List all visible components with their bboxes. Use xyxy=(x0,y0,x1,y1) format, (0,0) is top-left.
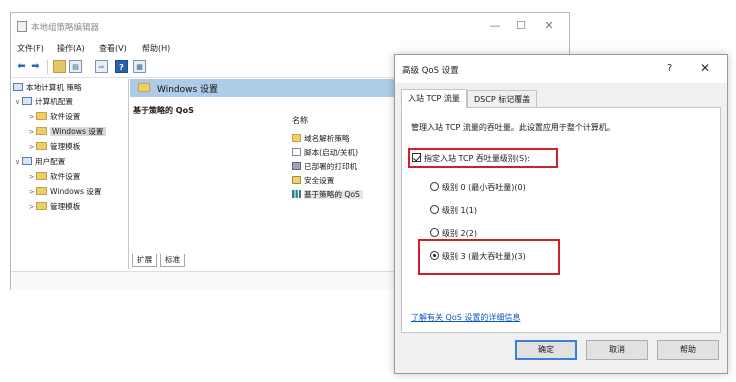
tree-node-local-policy[interactable]: 本地计算机 策略 xyxy=(13,81,82,95)
tab-extended[interactable]: 扩展 xyxy=(132,254,158,267)
checkbox-checked-icon[interactable] xyxy=(412,153,421,162)
radio-level-1[interactable]: 级别 1(1) xyxy=(430,205,477,216)
tree-node-windows-settings[interactable]: > Windows 设置 xyxy=(27,125,106,139)
tree-node-admin-templates[interactable]: > 管理模板 xyxy=(27,140,80,154)
radio-level-2[interactable]: 级别 2(2) xyxy=(430,228,477,239)
checkbox-label: 指定入站 TCP 吞吐量级别(S): xyxy=(424,154,530,163)
tree-node-user-software-settings[interactable]: > 软件设置 xyxy=(27,170,80,184)
tree-node-user-config[interactable]: ∨ 用户配置 xyxy=(13,155,65,169)
expand-chevron-icon[interactable]: > xyxy=(27,185,36,199)
menu-help[interactable]: 帮助(H) xyxy=(142,43,170,54)
menu-view[interactable]: 查看(V) xyxy=(99,43,127,54)
expand-chevron-icon[interactable]: > xyxy=(27,125,36,139)
properties-view-icon[interactable]: ▦ xyxy=(133,60,146,73)
radio-button-icon[interactable] xyxy=(430,182,439,191)
printer-icon xyxy=(292,162,301,170)
up-folder-icon[interactable] xyxy=(53,60,66,73)
qos-learn-more-link[interactable]: 了解有关 QoS 设置的详细信息 xyxy=(411,312,520,323)
menu-file[interactable]: 文件(F) xyxy=(17,43,44,54)
radio-level-3[interactable]: 级别 3 (最大吞吐量)(3) xyxy=(430,251,526,262)
radio-button-selected-icon[interactable] xyxy=(430,251,439,260)
window-title: 本地组策略编辑器 xyxy=(31,23,100,33)
expand-chevron-icon[interactable]: > xyxy=(27,140,36,154)
collapse-chevron-icon[interactable]: ∨ xyxy=(13,155,22,169)
panel-description: 管理入站 TCP 流量的吞吐量。此设置应用于整个计算机。 xyxy=(411,123,615,132)
help-button[interactable]: 帮助 xyxy=(657,340,719,360)
security-icon xyxy=(292,176,301,184)
folder-icon xyxy=(36,127,47,135)
cancel-button[interactable]: 取消 xyxy=(586,340,648,360)
app-icon xyxy=(17,21,27,32)
help-icon[interactable]: ? xyxy=(115,60,128,73)
dialog-title-bar: 高级 QoS 设置 ? ✕ xyxy=(395,55,727,83)
toolbar-separator xyxy=(47,60,48,74)
expand-chevron-icon[interactable]: > xyxy=(27,110,36,124)
dialog-close-button[interactable]: ✕ xyxy=(700,61,710,75)
specify-throughput-checkbox[interactable]: 指定入站 TCP 吞吐量级别(S): xyxy=(412,153,530,164)
folder-icon xyxy=(36,202,47,210)
computer-policy-icon xyxy=(13,83,23,91)
minimize-button[interactable]: — xyxy=(481,17,509,35)
folder-icon xyxy=(36,142,47,150)
folder-icon xyxy=(36,112,47,120)
computer-icon xyxy=(22,97,32,105)
folder-icon xyxy=(138,83,150,92)
tree-node-user-admin-templates[interactable]: > 管理模板 xyxy=(27,200,80,214)
tree-node-software-settings[interactable]: > 软件设置 xyxy=(27,110,80,124)
details-header-title: Windows 设置 xyxy=(157,85,219,95)
user-icon xyxy=(22,157,32,165)
help-question-button[interactable]: ? xyxy=(667,63,672,74)
column-header-name[interactable]: 名称 xyxy=(292,115,308,126)
ok-button[interactable]: 确定 xyxy=(515,340,577,360)
tab-panel: 管理入站 TCP 流量的吞吐量。此设置应用于整个计算机。 指定入站 TCP 吞吐… xyxy=(401,107,721,333)
dialog-title: 高级 QoS 设置 xyxy=(402,66,459,76)
collapse-chevron-icon[interactable]: ∨ xyxy=(13,95,22,109)
expand-chevron-icon[interactable]: > xyxy=(27,170,36,184)
script-icon xyxy=(292,148,301,156)
expand-chevron-icon[interactable]: > xyxy=(27,200,36,214)
list-item[interactable]: 已部署的打印机 xyxy=(292,160,357,173)
menu-action[interactable]: 操作(A) xyxy=(57,43,85,54)
back-arrow-icon[interactable]: ⬅ xyxy=(15,60,28,73)
show-hide-tree-icon[interactable]: ▤ xyxy=(69,60,82,73)
console-tree: 本地计算机 策略 ∨ 计算机配置 > 软件设置 > Windows 设置 > 管理模板 … xyxy=(11,79,129,269)
advanced-qos-dialog: 高级 QoS 设置 ? ✕ 入站 TCP 流量 DSCP 标记覆盖 管理入站 T… xyxy=(394,54,728,374)
radio-button-icon[interactable] xyxy=(430,228,439,237)
tab-inbound-tcp[interactable]: 入站 TCP 流量 xyxy=(401,89,467,108)
export-list-icon[interactable]: ⇨ xyxy=(95,60,108,73)
tree-node-user-windows-settings[interactable]: > Windows 设置 xyxy=(27,185,102,199)
folder-icon xyxy=(292,134,301,142)
qos-chart-icon xyxy=(292,190,301,198)
selected-item-title: 基于策略的 QoS xyxy=(133,106,194,115)
radio-button-icon[interactable] xyxy=(430,205,439,214)
forward-arrow-icon[interactable]: ➡ xyxy=(29,60,42,73)
list-item[interactable]: 脚本(启动/关机) xyxy=(292,146,358,159)
folder-icon xyxy=(36,187,47,195)
list-item[interactable]: 安全设置 xyxy=(292,174,334,187)
radio-level-0[interactable]: 级别 0 (最小吞吐量)(0) xyxy=(430,182,526,193)
tree-node-computer-config[interactable]: ∨ 计算机配置 xyxy=(13,95,73,109)
tab-dscp-override[interactable]: DSCP 标记覆盖 xyxy=(467,90,538,108)
maximize-button[interactable]: ☐ xyxy=(507,17,535,35)
list-item-qos[interactable]: 基于策略的 QoS xyxy=(292,188,363,201)
window-title-bar: 本地组策略编辑器 — ☐ ✕ xyxy=(11,13,569,41)
tab-standard[interactable]: 标准 xyxy=(160,254,186,267)
list-item[interactable]: 域名解析策略 xyxy=(292,132,350,145)
close-button[interactable]: ✕ xyxy=(535,17,563,35)
folder-icon xyxy=(36,172,47,180)
view-tabs: 扩展 标准 xyxy=(130,254,330,268)
